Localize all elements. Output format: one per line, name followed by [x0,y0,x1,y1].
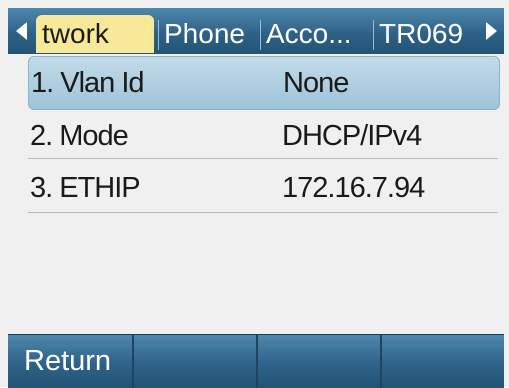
item-value: DHCP/IPv4 [282,120,422,152]
settings-list: 1. Vlan Id None 2. Mode DHCP/IPv4 3. ETH… [8,54,504,332]
scroll-right-arrow-icon[interactable] [478,8,504,54]
tab-network[interactable]: twork [36,15,154,53]
item-value: 172.16.7.94 [282,172,425,204]
softkey-4[interactable] [380,335,504,388]
tab-divider [373,20,374,50]
tab-divider [260,20,261,50]
softkey-bar: Return [8,334,504,388]
list-item-vlan-id[interactable]: 1. Vlan Id None [28,56,500,110]
return-softkey[interactable]: Return [8,335,132,388]
item-label: 1. Vlan Id [31,67,145,99]
row-divider [28,212,498,213]
tab-bar: twork Phone Acco... TR069 [8,8,504,54]
tab-divider [158,20,159,50]
phone-screen: twork Phone Acco... TR069 1. Vlan Id Non… [0,0,509,388]
softkey-3[interactable] [256,335,380,388]
tab-phone[interactable]: Phone [164,15,256,53]
scroll-left-arrow-icon[interactable] [8,8,34,54]
softkey-label: Return [24,345,112,377]
softkey-2[interactable] [132,335,256,388]
item-label: 3. ETHIP [30,172,141,204]
list-item-mode[interactable]: 2. Mode DHCP/IPv4 [28,110,498,162]
row-divider [28,158,498,159]
tab-label: twork [42,18,109,49]
tab-label: Acco... [266,18,352,49]
tab-account[interactable]: Acco... [266,15,370,53]
tab-label: Phone [164,18,245,49]
item-value: None [283,67,349,99]
list-item-eth-ip[interactable]: 3. ETHIP 172.16.7.94 [28,162,498,214]
item-label: 2. Mode [30,120,129,152]
tab-tr069[interactable]: TR069 [379,15,477,53]
tab-label: TR069 [379,18,464,49]
